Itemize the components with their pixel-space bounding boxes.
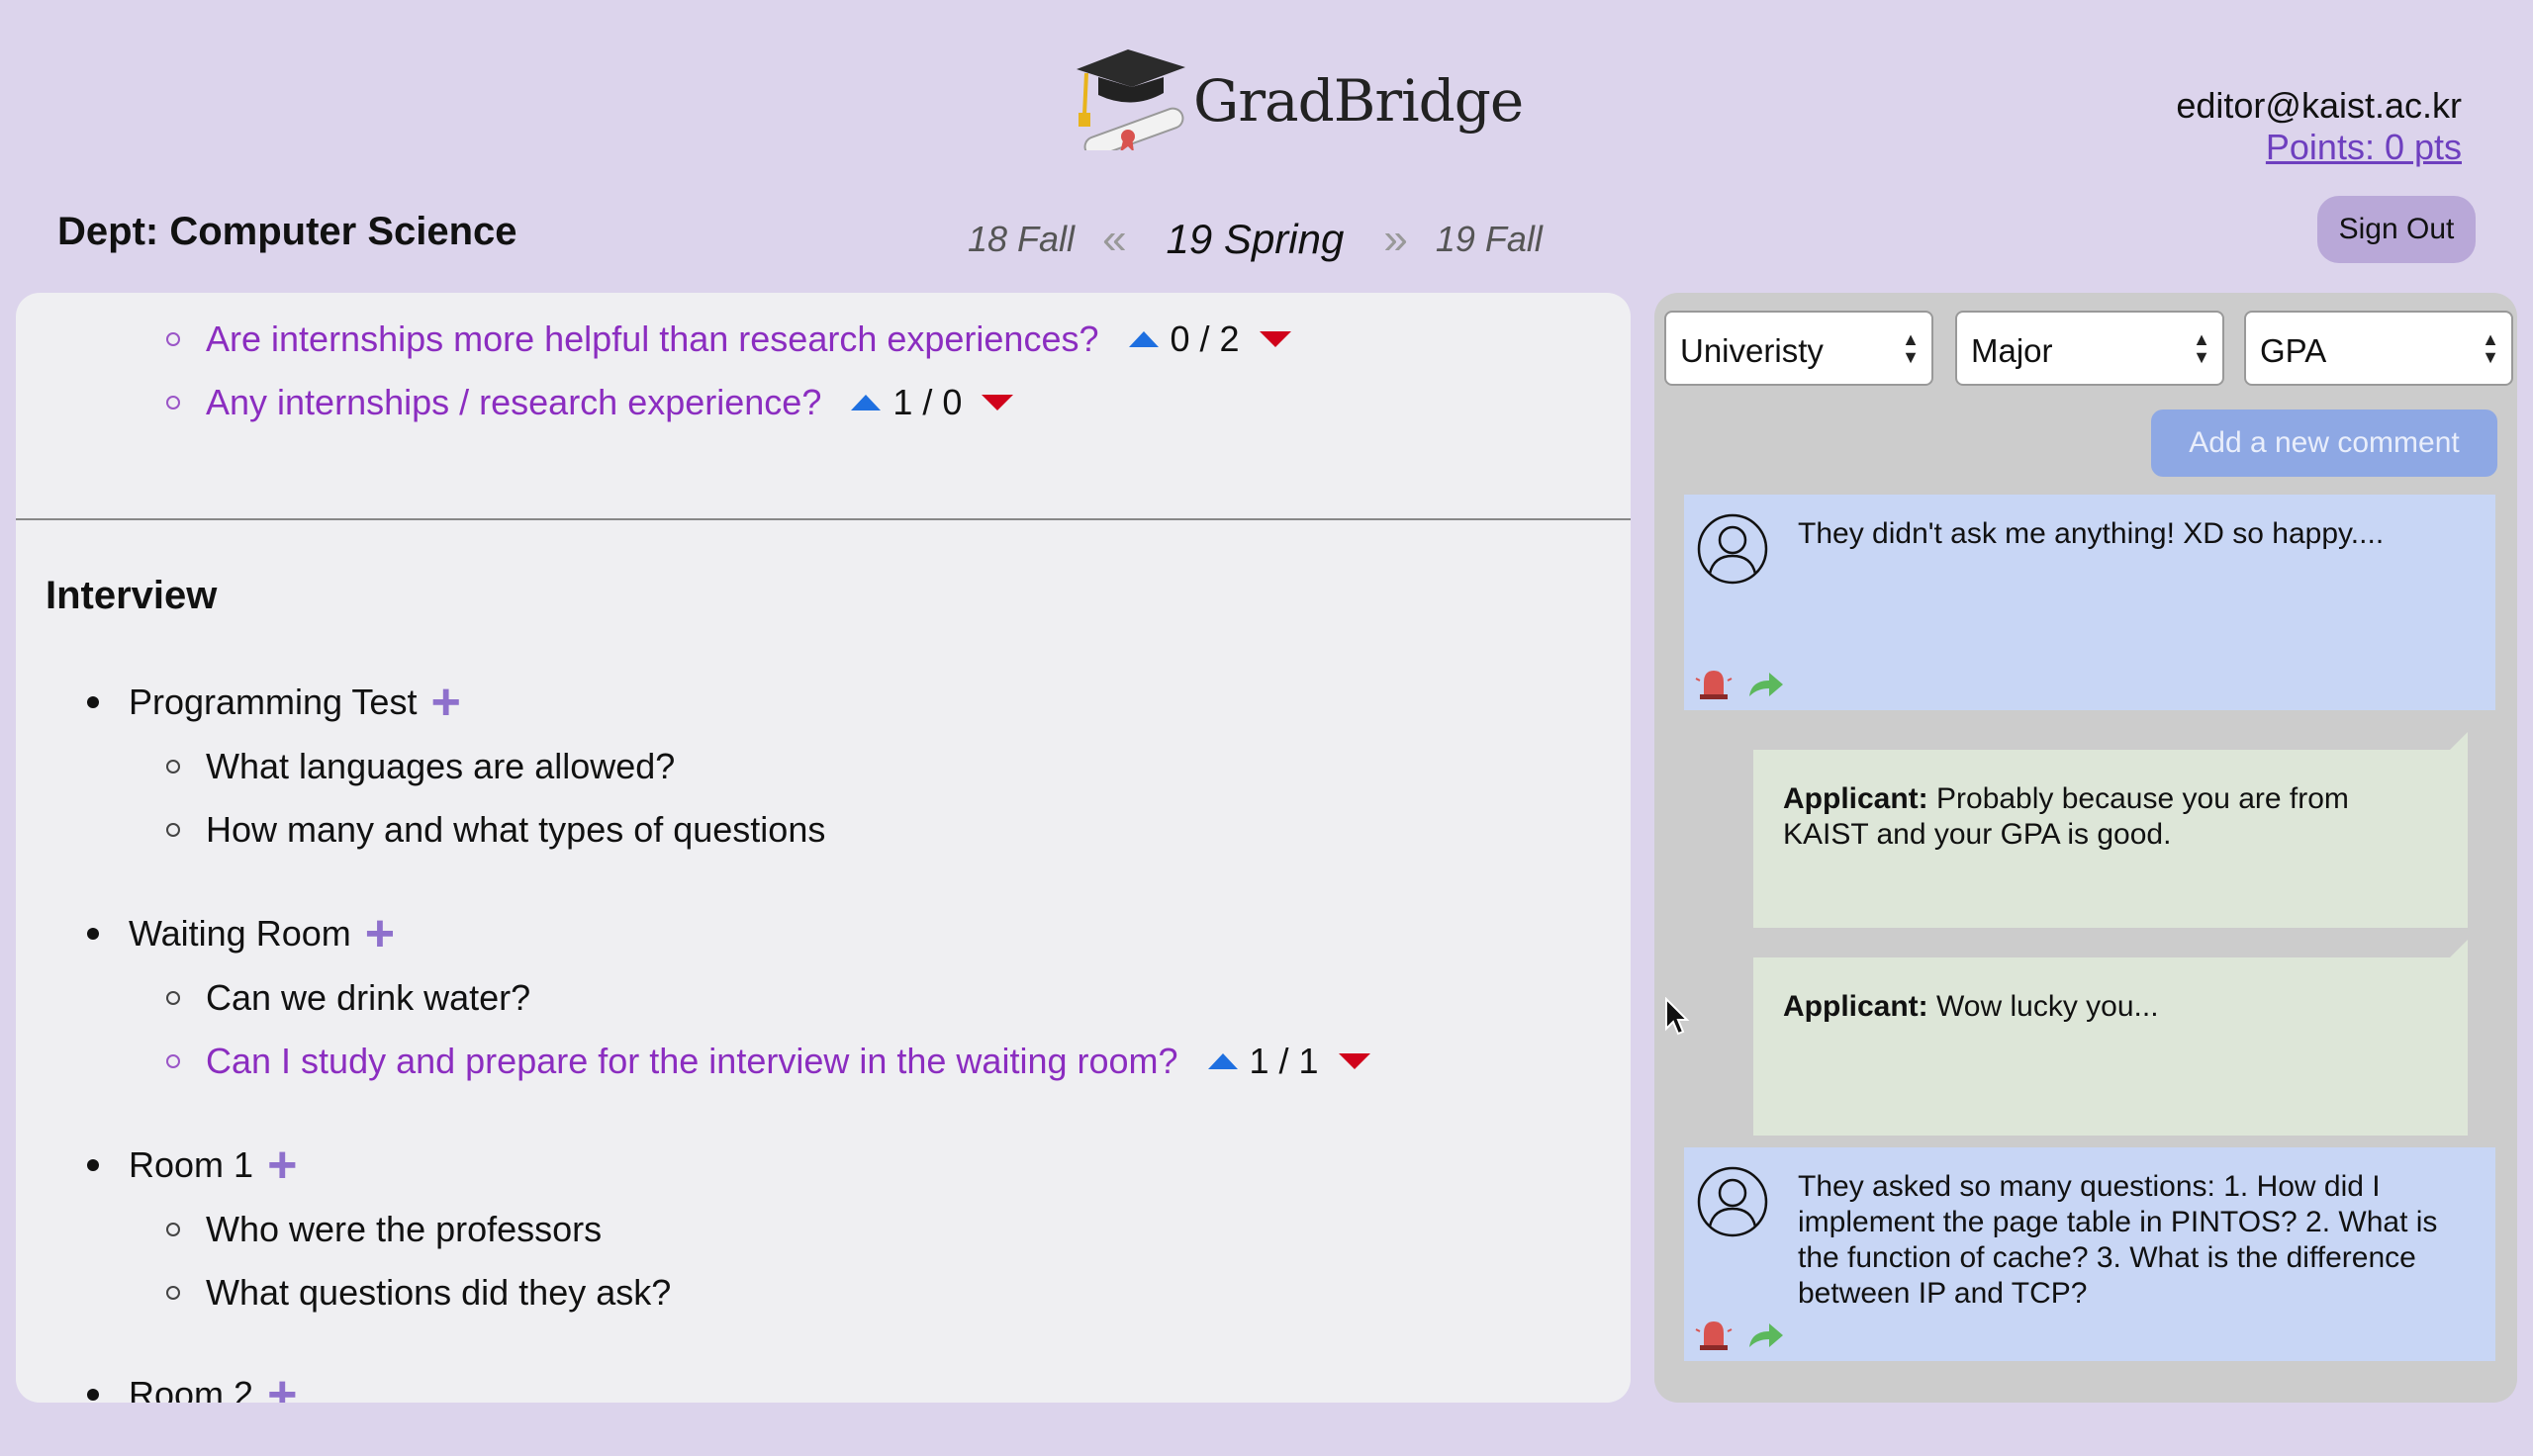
group-label: Room 1	[129, 1144, 254, 1185]
bullet-icon	[87, 1159, 99, 1171]
bullet-icon	[166, 396, 180, 410]
vote-controls: 1 / 1	[1207, 1041, 1370, 1082]
term-prev[interactable]: 18 Fall	[968, 219, 1075, 260]
vote-count: 1 / 0	[892, 382, 963, 422]
group-item: Programming Test +	[87, 677, 461, 728]
department-title: Dept: Computer Science	[57, 210, 517, 253]
report-siren-icon[interactable]	[1694, 667, 1734, 700]
group-item: Room 2 +	[87, 1369, 297, 1403]
term-next[interactable]: 19 Fall	[1436, 219, 1543, 260]
list-item: Any internships / research experience? 1…	[166, 382, 1014, 423]
bullet-icon	[166, 1223, 180, 1236]
group-item: Waiting Room +	[87, 908, 395, 959]
list-item: Who were the professors	[166, 1209, 602, 1250]
list-item: How many and what types of questions	[166, 809, 825, 851]
bullet-icon	[166, 1286, 180, 1300]
question-text[interactable]: Who were the professors	[206, 1209, 602, 1250]
bullet-icon	[166, 823, 180, 837]
select-value: GPA	[2260, 332, 2327, 369]
term-navigation: 18 Fall « 19 Spring » 19 Fall	[968, 212, 1543, 267]
list-item: What questions did they ask?	[166, 1272, 671, 1314]
mouse-cursor-icon	[1665, 997, 1690, 1036]
reply-card: Applicant: Probably because you are from…	[1753, 732, 2468, 928]
list-item: Can I study and prepare for the intervie…	[166, 1041, 1370, 1082]
group-item: Room 1 +	[87, 1139, 297, 1191]
sign-out-button[interactable]: Sign Out	[2317, 196, 2476, 263]
reply-arrow-icon[interactable]	[1745, 667, 1785, 700]
select-value: Univeristy	[1680, 332, 1824, 369]
question-text[interactable]: How many and what types of questions	[206, 809, 825, 851]
comment-card: They didn't ask me anything! XD so happy…	[1684, 495, 2495, 710]
bullet-icon	[166, 991, 180, 1005]
downvote-icon[interactable]	[982, 395, 1014, 410]
list-item: Can we drink water?	[166, 977, 530, 1019]
reply-card: Applicant: Wow lucky you...	[1753, 940, 2468, 1136]
user-email: editor@kaist.ac.kr	[2176, 85, 2462, 126]
downvote-icon[interactable]	[1338, 1053, 1370, 1069]
question-text[interactable]: Can we drink water?	[206, 977, 530, 1019]
graduation-cap-icon	[1077, 49, 1185, 150]
points-link[interactable]: Points: 0 pts	[2266, 127, 2462, 168]
add-question-icon[interactable]: +	[430, 677, 460, 728]
group-label: Waiting Room	[129, 913, 351, 954]
select-value: Major	[1971, 332, 2053, 369]
university-filter-select[interactable]: Univeristy ▲ ▼	[1664, 311, 1933, 386]
reply-role: Applicant:	[1783, 990, 1928, 1023]
bullet-icon	[87, 928, 99, 940]
downvote-icon[interactable]	[1259, 331, 1291, 347]
group-label: Programming Test	[129, 682, 418, 722]
vote-controls: 0 / 2	[1128, 318, 1291, 360]
reply-text: Wow lucky you...	[1927, 990, 2159, 1023]
upvote-icon[interactable]	[1207, 1053, 1238, 1069]
add-comment-button[interactable]: Add a new comment	[2151, 410, 2497, 477]
comment-card: They asked so many questions: 1. How did…	[1684, 1147, 2495, 1361]
question-link[interactable]: Can I study and prepare for the intervie…	[206, 1041, 1178, 1082]
select-arrows-icon: ▲ ▼	[1902, 329, 1920, 367]
chevron-double-right-icon[interactable]: »	[1383, 218, 1407, 261]
term-current: 19 Spring	[1166, 216, 1345, 262]
user-avatar-icon	[1697, 1166, 1768, 1237]
list-item: What languages are allowed?	[166, 746, 675, 787]
question-link[interactable]: Are internships more helpful than resear…	[206, 318, 1099, 360]
vote-count: 0 / 2	[1170, 318, 1240, 359]
bullet-icon	[87, 1389, 99, 1401]
bullet-icon	[87, 696, 99, 708]
user-avatar-icon	[1697, 513, 1768, 585]
add-question-icon[interactable]: +	[365, 908, 395, 959]
section-title: Interview	[46, 574, 218, 617]
select-arrows-icon: ▲ ▼	[2482, 329, 2499, 367]
comments-panel[interactable]: Univeristy ▲ ▼ Major ▲ ▼ GPA ▲ ▼ Add a new …	[1654, 293, 2517, 1403]
vote-controls: 1 / 0	[851, 382, 1014, 423]
question-text[interactable]: What languages are allowed?	[206, 746, 675, 787]
report-siren-icon[interactable]	[1694, 1318, 1734, 1351]
bullet-icon	[166, 760, 180, 774]
list-item: Are internships more helpful than resear…	[166, 318, 1291, 360]
add-question-icon[interactable]: +	[267, 1139, 297, 1191]
question-text[interactable]: What questions did they ask?	[206, 1272, 671, 1314]
vote-count: 1 / 1	[1249, 1041, 1319, 1081]
brand-name: GradBridge	[1193, 67, 1524, 135]
section-divider	[16, 518, 1631, 520]
comment-text: They asked so many questions: 1. How did…	[1798, 1170, 2438, 1310]
major-filter-select[interactable]: Major ▲ ▼	[1955, 311, 2224, 386]
add-question-icon[interactable]: +	[267, 1369, 297, 1403]
bullet-icon	[166, 1054, 180, 1068]
chevron-double-left-icon[interactable]: «	[1102, 218, 1126, 261]
comment-text: They didn't ask me anything! XD so happy…	[1798, 517, 2385, 550]
reply-arrow-icon[interactable]	[1745, 1318, 1785, 1351]
gpa-filter-select[interactable]: GPA ▲ ▼	[2244, 311, 2513, 386]
logo[interactable]: GradBridge	[1069, 42, 1524, 160]
bullet-icon	[166, 332, 180, 346]
qa-panel[interactable]: Are internships more helpful than resear…	[16, 293, 1631, 1403]
select-arrows-icon: ▲ ▼	[2193, 329, 2210, 367]
question-link[interactable]: Any internships / research experience?	[206, 382, 821, 423]
upvote-icon[interactable]	[851, 395, 882, 410]
reply-role: Applicant:	[1783, 782, 1928, 815]
group-label: Room 2	[129, 1374, 254, 1403]
upvote-icon[interactable]	[1128, 331, 1159, 347]
